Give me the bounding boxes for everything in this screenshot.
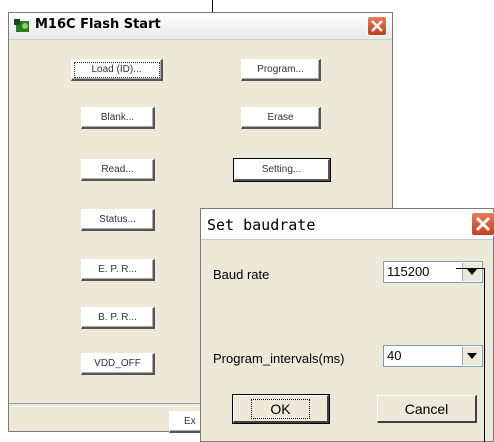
- program-button[interactable]: Program...: [241, 59, 321, 81]
- program-intervals-value: 40: [387, 348, 402, 363]
- setting-button[interactable]: Setting...: [234, 159, 330, 181]
- vdd-off-label: VDD_OFF: [94, 358, 141, 369]
- cancel-button[interactable]: Cancel: [377, 395, 477, 423]
- load-label: Load (ID)...: [91, 64, 142, 75]
- close-icon: [371, 20, 383, 32]
- set-baudrate-dialog: Set baudrate Baud rate 115200 Program_in…: [200, 208, 494, 442]
- setting-label: Setting...: [261, 164, 302, 175]
- chevron-down-icon: [467, 269, 477, 275]
- program-intervals-dropdown-button[interactable]: [462, 347, 481, 365]
- close-icon: [475, 216, 491, 232]
- exit-label: Ex: [184, 416, 196, 427]
- dialog-close-button[interactable]: [471, 212, 494, 236]
- dialog-title: Set baudrate: [207, 216, 316, 234]
- title-bar: M16C Flash Start: [9, 13, 392, 40]
- blank-label: Blank...: [100, 112, 135, 123]
- program-intervals-label: Program_intervals(ms): [213, 351, 345, 366]
- cancel-label: Cancel: [404, 400, 449, 417]
- chevron-down-icon: [467, 353, 477, 359]
- baud-rate-value: 115200: [387, 264, 430, 279]
- epr-label: E. P. R...: [98, 264, 137, 275]
- status-label: Status...: [99, 214, 136, 225]
- program-intervals-select[interactable]: 40: [383, 345, 483, 367]
- baud-rate-dropdown-button[interactable]: [462, 263, 481, 281]
- bpr-button[interactable]: B. P. R...: [81, 307, 155, 329]
- ok-label: OK: [251, 398, 310, 419]
- close-button[interactable]: [367, 16, 387, 36]
- baud-rate-select[interactable]: 115200: [383, 261, 483, 283]
- vdd-off-button[interactable]: VDD_OFF: [81, 353, 155, 375]
- erase-button[interactable]: Erase: [241, 107, 321, 129]
- read-button[interactable]: Read...: [81, 159, 155, 181]
- program-label: Program...: [257, 64, 304, 75]
- ok-button[interactable]: OK: [232, 394, 330, 424]
- load-button[interactable]: Load (ID)...: [71, 59, 163, 81]
- blank-button[interactable]: Blank...: [81, 107, 155, 129]
- erase-label: Erase: [267, 112, 294, 123]
- bpr-label: B. P. R...: [98, 312, 137, 323]
- read-label: Read...: [101, 164, 134, 175]
- callout-line-vertical-right: [484, 268, 485, 442]
- baud-rate-label: Baud rate: [213, 267, 270, 282]
- app-icon: [14, 19, 29, 32]
- callout-line-horizontal-right: [456, 268, 484, 269]
- epr-button[interactable]: E. P. R...: [81, 259, 155, 281]
- status-button[interactable]: Status...: [81, 209, 155, 231]
- dialog-title-bar: Set baudrate: [201, 209, 494, 240]
- window-title: M16C Flash Start: [35, 17, 161, 32]
